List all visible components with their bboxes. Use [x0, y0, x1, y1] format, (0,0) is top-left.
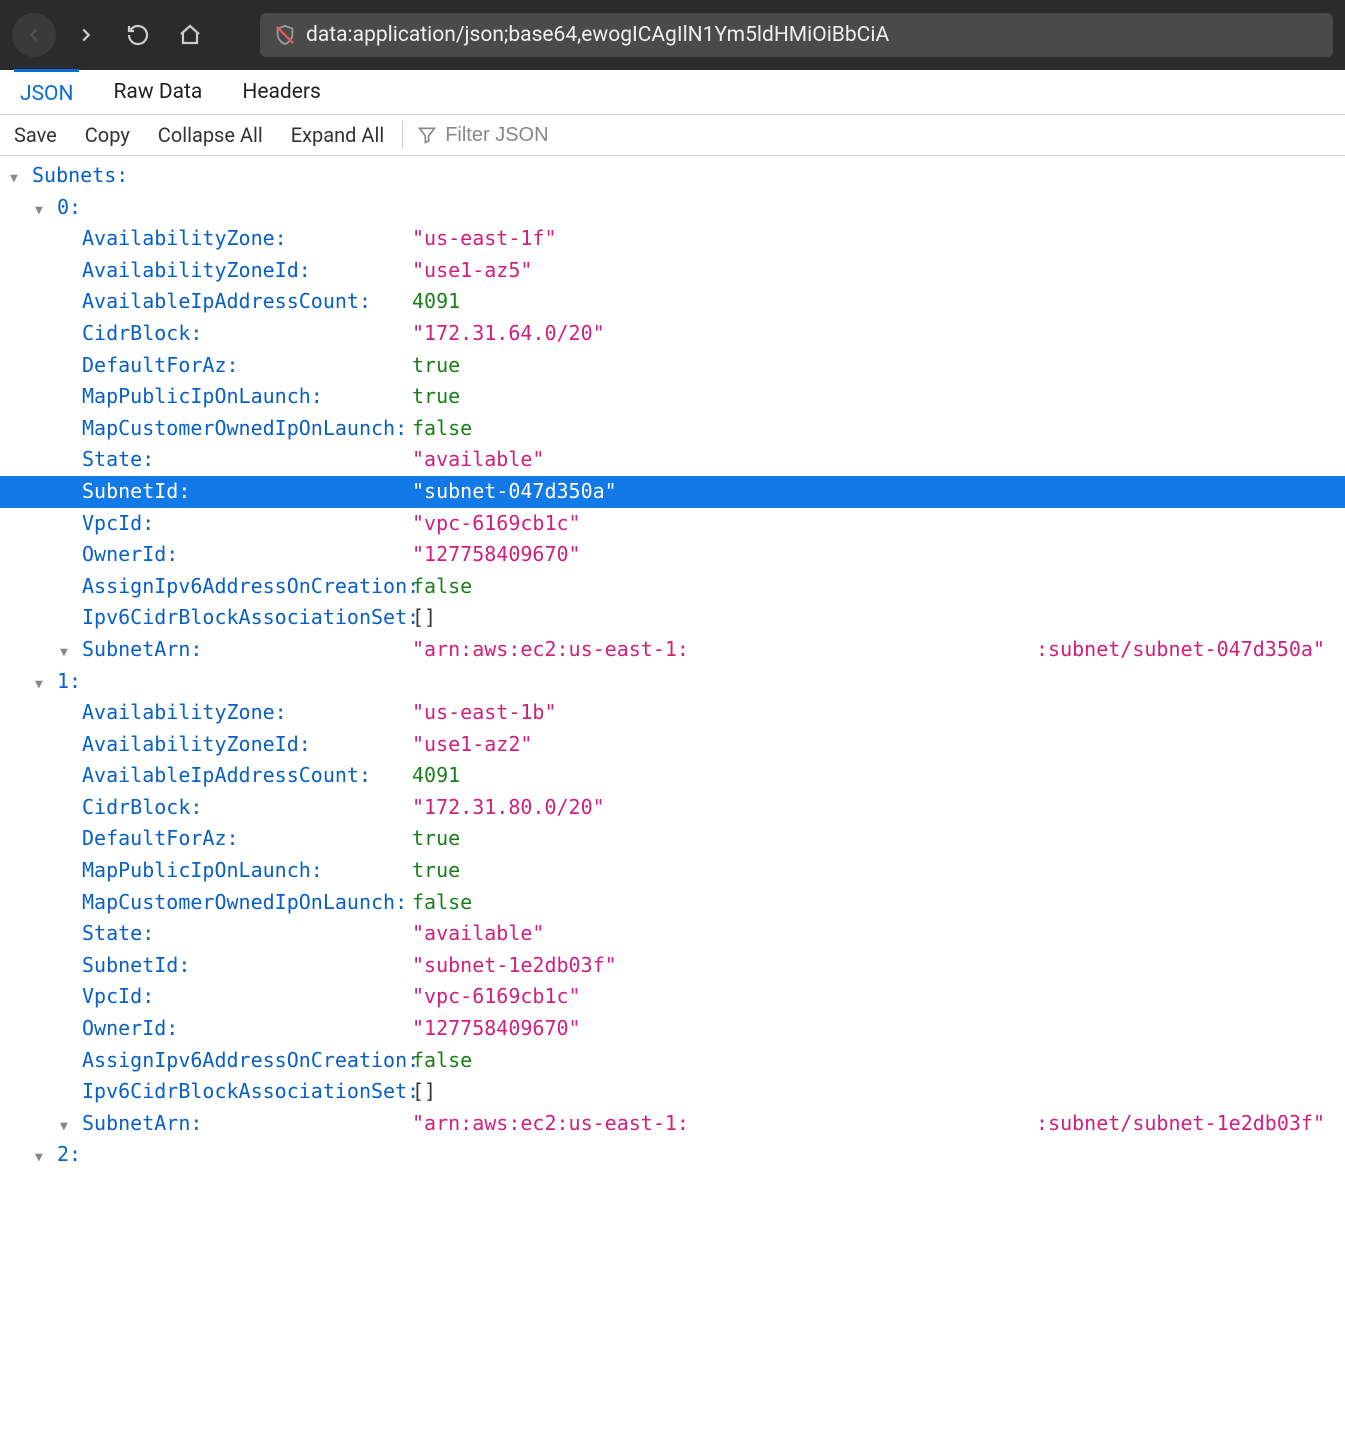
filter-box	[407, 124, 655, 147]
json-prop[interactable]: MapCustomerOwnedIpOnLaunch:false	[0, 413, 1345, 445]
tab-json[interactable]: JSON	[14, 69, 79, 114]
json-prop[interactable]: Ipv6CidrBlockAssociationSet:[]	[0, 602, 1345, 634]
json-prop[interactable]: AvailableIpAddressCount:4091	[0, 286, 1345, 318]
json-node-subnets[interactable]: ▼ Subnets:	[0, 160, 1345, 192]
viewer-tabs: JSON Raw Data Headers	[0, 70, 1345, 115]
home-button[interactable]	[168, 13, 212, 57]
tab-raw-data[interactable]: Raw Data	[107, 70, 208, 114]
json-prop[interactable]: AvailabilityZoneId:"use1-az5"	[0, 255, 1345, 287]
json-prop[interactable]: AvailabilityZone:"us-east-1b"	[0, 697, 1345, 729]
json-prop[interactable]: AvailableIpAddressCount:4091	[0, 760, 1345, 792]
chevron-down-icon[interactable]: ▼	[35, 675, 53, 696]
json-viewer: ▼ Subnets: ▼ 0: AvailabilityZone:"us-eas…	[0, 156, 1345, 1175]
shield-slash-icon	[274, 24, 296, 46]
url-bar[interactable]: data:application/json;base64,ewogICAgIlN…	[260, 13, 1333, 57]
collapse-all-button[interactable]: Collapse All	[144, 115, 277, 155]
json-node-index-2[interactable]: ▼ 2:	[0, 1139, 1345, 1171]
json-toolbar: Save Copy Collapse All Expand All	[0, 115, 1345, 156]
json-node-index-0[interactable]: ▼ 0:	[0, 192, 1345, 224]
json-prop[interactable]: OwnerId:"127758409670"	[0, 539, 1345, 571]
json-prop[interactable]: CidrBlock:"172.31.80.0/20"	[0, 792, 1345, 824]
json-prop-selected[interactable]: SubnetId:"subnet-047d350a"	[0, 476, 1345, 508]
json-prop[interactable]: AvailabilityZoneId:"use1-az2"	[0, 729, 1345, 761]
back-button[interactable]	[12, 13, 56, 57]
browser-toolbar: data:application/json;base64,ewogICAgIlN…	[0, 0, 1345, 70]
json-prop[interactable]: State:"available"	[0, 444, 1345, 476]
json-prop[interactable]: MapPublicIpOnLaunch:true	[0, 381, 1345, 413]
json-prop[interactable]: AvailabilityZone:"us-east-1f"	[0, 223, 1345, 255]
json-prop[interactable]: DefaultForAz:true	[0, 350, 1345, 382]
json-node-index-1[interactable]: ▼ 1:	[0, 666, 1345, 698]
json-prop[interactable]: MapPublicIpOnLaunch:true	[0, 855, 1345, 887]
json-prop[interactable]: Ipv6CidrBlockAssociationSet:[]	[0, 1076, 1345, 1108]
json-prop[interactable]: ▼ SubnetArn: "arn:aws:ec2:us-east-1: :su…	[0, 634, 1345, 666]
toolbar-separator	[402, 121, 403, 149]
json-prop[interactable]: VpcId:"vpc-6169cb1c"	[0, 981, 1345, 1013]
json-prop[interactable]: MapCustomerOwnedIpOnLaunch:false	[0, 887, 1345, 919]
json-prop[interactable]: VpcId:"vpc-6169cb1c"	[0, 508, 1345, 540]
json-prop[interactable]: CidrBlock:"172.31.64.0/20"	[0, 318, 1345, 350]
copy-button[interactable]: Copy	[71, 115, 144, 155]
json-prop[interactable]: OwnerId:"127758409670"	[0, 1013, 1345, 1045]
json-prop[interactable]: AssignIpv6AddressOnCreation:false	[0, 1045, 1345, 1077]
funnel-icon	[417, 125, 437, 145]
json-prop[interactable]: ▼ SubnetArn: "arn:aws:ec2:us-east-1: :su…	[0, 1108, 1345, 1140]
chevron-down-icon[interactable]: ▼	[60, 1117, 78, 1138]
chevron-down-icon[interactable]: ▼	[35, 201, 53, 222]
chevron-down-icon[interactable]: ▼	[60, 643, 78, 664]
chevron-down-icon[interactable]: ▼	[10, 169, 28, 190]
json-prop[interactable]: AssignIpv6AddressOnCreation:false	[0, 571, 1345, 603]
url-text: data:application/json;base64,ewogICAgIlN…	[306, 23, 889, 47]
json-prop[interactable]: DefaultForAz:true	[0, 823, 1345, 855]
filter-input[interactable]	[445, 124, 645, 147]
save-button[interactable]: Save	[0, 115, 71, 155]
chevron-down-icon[interactable]: ▼	[35, 1148, 53, 1169]
forward-button[interactable]	[64, 13, 108, 57]
json-prop[interactable]: SubnetId:"subnet-1e2db03f"	[0, 950, 1345, 982]
reload-button[interactable]	[116, 13, 160, 57]
tab-headers[interactable]: Headers	[236, 70, 326, 114]
expand-all-button[interactable]: Expand All	[277, 115, 398, 155]
json-prop[interactable]: State:"available"	[0, 918, 1345, 950]
